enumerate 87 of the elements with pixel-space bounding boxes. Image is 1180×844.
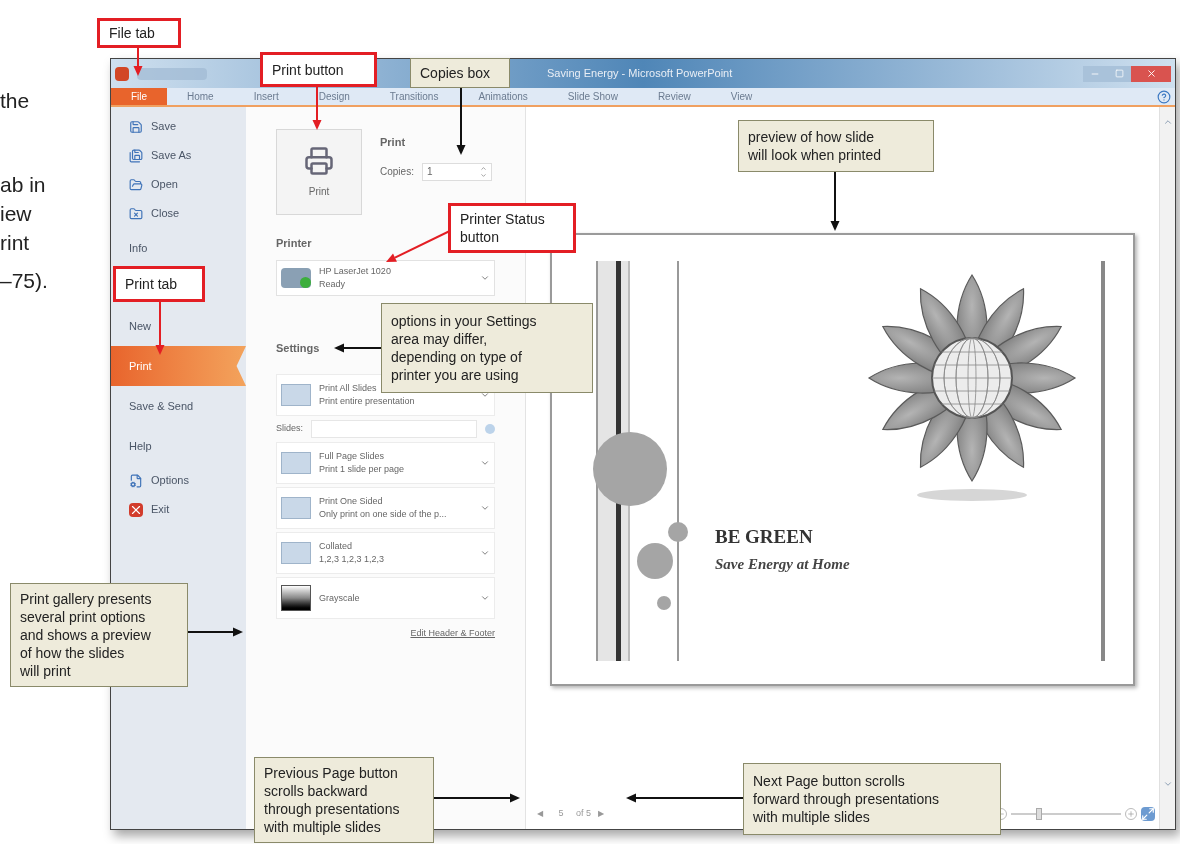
body-text: ab in xyxy=(0,172,46,198)
callout-text: Printer Status button xyxy=(460,210,546,246)
section-heading: Print xyxy=(380,135,407,150)
dropdown-caret-icon xyxy=(480,390,490,400)
setting-icon xyxy=(281,585,311,611)
close-button[interactable] xyxy=(1131,65,1171,82)
scroll-down-icon[interactable] xyxy=(1162,779,1173,789)
callout-text: Next Page button scrolls forward through presentations with multiple slides xyxy=(753,772,940,826)
backstage-menu-item[interactable]: Help xyxy=(111,426,246,466)
zoom-slider-thumb[interactable] xyxy=(1035,808,1042,820)
printer-dropdown[interactable]: HP LaserJet 1020 Ready xyxy=(276,259,495,296)
setting-dropdown[interactable]: Collated 1,2,3 1,2,3 1,2,3 xyxy=(276,532,495,574)
backstage-menu-item[interactable]: New xyxy=(111,306,246,346)
ribbon-tab[interactable]: File xyxy=(111,88,167,105)
command-icon xyxy=(129,119,143,134)
setting-dropdown[interactable]: Print One Sided Only print on one side of the p... xyxy=(276,487,495,529)
callout-arrow xyxy=(830,171,840,231)
section-heading: Settings xyxy=(276,340,320,356)
ribbon-tab[interactable]: Design xyxy=(298,88,370,105)
help-icon[interactable] xyxy=(1157,89,1171,104)
printer-icon xyxy=(304,145,334,176)
ribbon-tab[interactable]: Slide Show xyxy=(547,88,638,105)
ribbon-tab[interactable]: Transitions xyxy=(369,88,459,105)
callout-arrow xyxy=(187,627,243,637)
copies-spinner[interactable]: 1 xyxy=(421,162,492,181)
fit-to-window-icon[interactable] xyxy=(1141,807,1155,821)
minimize-button[interactable] xyxy=(1083,65,1107,82)
ribbon-tab[interactable]: View xyxy=(710,88,773,105)
backstage-menu-item[interactable]: Options xyxy=(111,466,246,495)
body-text: the xyxy=(0,88,30,114)
edit-header-footer-link[interactable]: Edit Header & Footer xyxy=(410,627,495,641)
callout-text: Print button xyxy=(272,60,345,79)
body-text: iew xyxy=(0,201,32,227)
command-icon xyxy=(129,206,143,221)
quick-access-toolbar xyxy=(137,67,207,80)
slide-subtitle: Save Energy at Home xyxy=(715,555,850,574)
scroll-up-icon[interactable] xyxy=(1162,117,1173,127)
dropdown-caret-icon xyxy=(480,593,490,603)
callout-text: Print gallery presents several print options and shows a preview of how the slides will print xyxy=(20,590,153,680)
callout-text: preview of how slide will look when printed xyxy=(748,128,883,164)
backstage-menu-item[interactable]: Save xyxy=(111,112,246,141)
print-button[interactable]: Print xyxy=(276,129,362,215)
backstage-menu-item[interactable]: Exit xyxy=(111,495,246,524)
backstage-menu-item[interactable]: Open xyxy=(111,170,246,199)
command-icon xyxy=(129,177,143,192)
backstage-menu-item[interactable]: Save & Send xyxy=(111,386,246,426)
callout-text: Print tab xyxy=(125,275,179,293)
setting-icon xyxy=(281,452,311,474)
callout-text: Previous Page button scrolls backward through presentations with multiple slides xyxy=(264,764,401,836)
backstage-menu-item[interactable]: Info xyxy=(111,228,246,268)
close-icon xyxy=(1145,68,1157,79)
app-logo-icon xyxy=(115,66,129,81)
printer-ready-icon xyxy=(281,267,311,288)
ribbon-tab[interactable]: Insert xyxy=(233,88,299,105)
setting-icon xyxy=(281,384,311,406)
backstage-menu-item[interactable]: Save As xyxy=(111,141,246,170)
callout-arrow xyxy=(456,87,466,155)
slides-input[interactable] xyxy=(311,420,477,438)
section-heading: Printer xyxy=(276,236,312,251)
window-title: Saving Energy - Microsoft PowerPoint xyxy=(547,66,733,82)
dropdown-caret-icon xyxy=(480,548,490,558)
ribbon-tab[interactable]: Review xyxy=(637,88,711,105)
setting-dropdown[interactable]: Full Page Slides Print 1 slide per page xyxy=(276,442,495,484)
backstage-menu-item[interactable]: Close xyxy=(111,199,246,228)
maximize-icon xyxy=(1114,69,1124,78)
page-total: of 5 xyxy=(576,807,591,821)
body-text: –75). xyxy=(0,268,48,294)
callout-arrow xyxy=(334,343,382,353)
dropdown-caret-icon xyxy=(480,458,490,468)
maximize-button[interactable] xyxy=(1107,65,1131,82)
ribbon-tab[interactable]: Animations xyxy=(458,88,548,105)
slide-title: BE GREEN xyxy=(715,525,813,549)
ribbon-tab[interactable]: Home xyxy=(167,88,234,105)
setting-icon xyxy=(281,497,311,519)
body-text: rint xyxy=(0,230,30,256)
command-icon xyxy=(129,502,143,517)
copies-label: Copies: xyxy=(380,165,414,179)
zoom-in-icon[interactable] xyxy=(1125,808,1137,820)
callout-text: Copies box xyxy=(420,64,492,82)
dropdown-caret-icon xyxy=(480,503,490,513)
setting-icon xyxy=(281,542,311,564)
info-icon xyxy=(485,424,495,434)
command-icon xyxy=(129,148,143,163)
command-icon xyxy=(129,473,143,488)
setting-dropdown[interactable]: Grayscale xyxy=(276,577,495,619)
slides-label: Slides: xyxy=(276,422,303,436)
callout-text: File tab xyxy=(109,24,156,42)
